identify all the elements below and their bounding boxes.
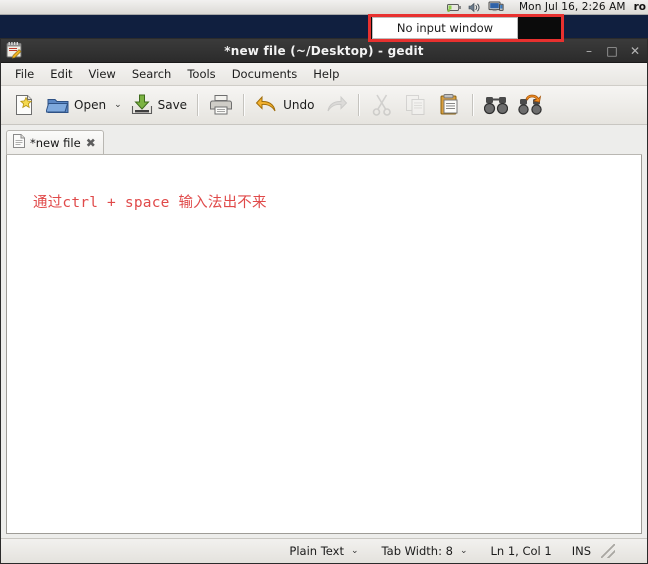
language-label: Plain Text bbox=[289, 544, 344, 558]
window-titlebar[interactable]: *new file (~/Desktop) - gedit – □ ✕ bbox=[1, 39, 647, 63]
open-folder-icon bbox=[46, 99, 69, 113]
save-button[interactable]: Save bbox=[125, 89, 192, 121]
panel-clock[interactable]: Mon Jul 16, 2:26 AM bbox=[519, 1, 626, 13]
gedit-icon bbox=[5, 42, 23, 60]
toolbar-separator-3 bbox=[358, 94, 361, 116]
cut-icon bbox=[373, 94, 392, 116]
open-button-label: Open bbox=[74, 98, 107, 112]
undo-button-label: Undo bbox=[283, 98, 315, 112]
print-button[interactable] bbox=[204, 89, 238, 121]
resize-grip-icon[interactable] bbox=[601, 544, 615, 558]
copy-button bbox=[399, 89, 433, 121]
find-button[interactable] bbox=[479, 89, 513, 121]
editor-text-content[interactable]: 通过ctrl + space 输入法出不来 bbox=[33, 191, 267, 212]
window-title: *new file (~/Desktop) - gedit bbox=[224, 43, 424, 58]
new-document-icon bbox=[16, 95, 33, 115]
document-notebook: *new file ✖ 通过ctrl + space 输入法出不来 bbox=[1, 125, 647, 538]
find-icon bbox=[484, 97, 509, 115]
open-button[interactable]: Open bbox=[41, 89, 111, 121]
open-dropdown-chevron-down-icon[interactable]: ⌄ bbox=[111, 100, 125, 110]
tab-label: *new file bbox=[30, 135, 81, 150]
undo-icon bbox=[255, 95, 276, 112]
volume-icon[interactable] bbox=[467, 1, 483, 13]
copy-icon bbox=[406, 95, 425, 115]
print-icon bbox=[210, 95, 233, 115]
top-panel: Mon Jul 16, 2:26 AM ro bbox=[0, 0, 648, 15]
tab-width-chevron-down-icon: ⌄ bbox=[459, 546, 468, 556]
battery-icon[interactable] bbox=[446, 1, 462, 13]
tab-new-file[interactable]: *new file ✖ bbox=[6, 130, 104, 154]
menu-file[interactable]: File bbox=[7, 65, 42, 83]
tab-width-label: Tab Width: 8 bbox=[381, 544, 453, 558]
maximize-button[interactable]: □ bbox=[606, 45, 618, 57]
redo-icon bbox=[327, 95, 348, 112]
window-controls: – □ ✕ bbox=[583, 45, 641, 57]
toolbar-separator-2 bbox=[243, 94, 246, 116]
cut-button bbox=[365, 89, 399, 121]
text-file-icon bbox=[13, 133, 25, 152]
toolbar-separator-1 bbox=[197, 94, 200, 116]
statusbar: Plain Text ⌄ Tab Width: 8 ⌄ Ln 1, Col 1 … bbox=[1, 538, 647, 563]
menu-help[interactable]: Help bbox=[305, 65, 347, 83]
save-icon bbox=[131, 94, 152, 115]
editor-area[interactable]: 通过ctrl + space 输入法出不来 bbox=[6, 155, 642, 534]
menubar: File Edit View Search Tools Documents He… bbox=[1, 63, 647, 86]
paste-button[interactable] bbox=[433, 89, 467, 121]
replace-icon bbox=[518, 94, 543, 115]
menu-tools[interactable]: Tools bbox=[179, 65, 223, 83]
tab-width-selector[interactable]: Tab Width: 8 ⌄ bbox=[372, 544, 481, 558]
minimize-button[interactable]: – bbox=[583, 45, 595, 57]
paste-icon bbox=[440, 94, 458, 115]
replace-button[interactable] bbox=[513, 89, 547, 121]
toolbar-separator-4 bbox=[472, 94, 475, 116]
gedit-window: *new file (~/Desktop) - gedit – □ ✕ File… bbox=[0, 38, 648, 564]
menu-view[interactable]: View bbox=[81, 65, 124, 83]
toolbar: Open ⌄ Save Undo bbox=[1, 86, 647, 125]
undo-button[interactable]: Undo bbox=[250, 89, 319, 121]
close-button[interactable]: ✕ bbox=[629, 45, 641, 57]
language-selector[interactable]: Plain Text ⌄ bbox=[279, 544, 371, 558]
insert-mode-indicator[interactable]: INS bbox=[562, 544, 601, 558]
save-button-label: Save bbox=[157, 98, 188, 112]
tab-close-icon[interactable]: ✖ bbox=[86, 137, 96, 149]
language-chevron-down-icon: ⌄ bbox=[351, 546, 359, 556]
menu-documents[interactable]: Documents bbox=[224, 65, 306, 83]
cursor-position: Ln 1, Col 1 bbox=[490, 544, 552, 558]
panel-user-menu[interactable]: ro bbox=[634, 1, 646, 13]
input-method-tooltip: No input window bbox=[372, 17, 518, 39]
desktop-background: Mon Jul 16, 2:26 AM ro *new file (~/Desk… bbox=[0, 0, 648, 564]
tabstrip: *new file ✖ bbox=[6, 128, 642, 155]
menu-search[interactable]: Search bbox=[124, 65, 180, 83]
redo-button bbox=[319, 89, 353, 121]
menu-edit[interactable]: Edit bbox=[42, 65, 80, 83]
new-document-button[interactable] bbox=[7, 89, 41, 121]
display-icon[interactable] bbox=[488, 1, 504, 13]
